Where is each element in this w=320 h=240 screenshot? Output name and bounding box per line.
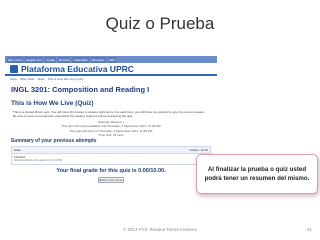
top-link-my-courses[interactable]: Mis cursos <box>7 56 24 63</box>
logo-icon <box>10 64 18 73</box>
slide-title: Quiz o Prueba <box>105 14 215 33</box>
breadcrumb: Inicio INGL 3201 Tests This is How We Li… <box>5 77 217 82</box>
attempt-submitted: Submitted Friday, 29 August 2014, 4:03 P… <box>14 159 63 163</box>
time-limit: Time limit: 30 mins <box>98 132 124 137</box>
top-link-calendar[interactable]: Calendario <box>72 56 89 63</box>
final-grade: Your final grade for this quiz is 0.00/1… <box>56 168 166 175</box>
breadcrumb-tests[interactable]: Tests <box>37 77 44 82</box>
breadcrumb-course[interactable]: INGL 3201 <box>20 77 34 82</box>
table-header: State Grade / 10.00 <box>12 147 210 155</box>
site-brand[interactable]: Plataforma Educativa UPRC <box>21 64 134 74</box>
course-title: INGL 3201: Composition and Reading I <box>11 85 150 94</box>
top-navigation-bar: Mis cursos English (en) Ayuda Mi perfil … <box>5 56 217 63</box>
top-link-logout[interactable]: Salir <box>107 56 116 63</box>
quiz-meta: Attempts allowed: 1 This quiz will not b… <box>5 120 217 137</box>
breadcrumb-home[interactable]: Inicio <box>10 77 17 82</box>
quiz-title: This is How We Live (Quiz) <box>11 100 94 107</box>
page-number: 41 <box>306 227 312 232</box>
callout-box: Al finalizar la prueba o quiz usted podr… <box>196 154 318 194</box>
quiz-description: This is a shared library quiz. You will … <box>13 110 205 118</box>
top-link-messages[interactable]: Mensajes <box>90 56 106 63</box>
back-to-course-button[interactable]: Back to the course <box>98 177 124 184</box>
quiz-summary-screenshot: Mis cursos English (en) Ayuda Mi perfil … <box>5 56 217 220</box>
top-link-profile[interactable]: Mi perfil <box>57 56 71 63</box>
top-link-help[interactable]: Ayuda <box>45 56 56 63</box>
header-state: State <box>14 148 22 153</box>
attempts-table: State Grade / 10.00 Finished Submitted F… <box>11 146 211 166</box>
callout-text: Al finalizar la prueba o quiz usted podr… <box>204 166 310 182</box>
slide-footer: © 2014 Prof. Rosana Torres Centeno <box>122 227 198 232</box>
breadcrumb-quiz[interactable]: This is How We Live (Quiz) <box>47 77 83 82</box>
attempt-state-cell: Finished Submitted Friday, 29 August 201… <box>14 155 62 163</box>
summary-title: Summary of your previous attempts <box>11 138 97 145</box>
top-link-language[interactable]: English (en) <box>25 56 44 63</box>
header-grade: Grade / 10.00 <box>189 148 208 153</box>
table-row: Finished Submitted Friday, 29 August 201… <box>12 154 210 164</box>
site-header: Plataforma Educativa UPRC <box>5 63 217 76</box>
